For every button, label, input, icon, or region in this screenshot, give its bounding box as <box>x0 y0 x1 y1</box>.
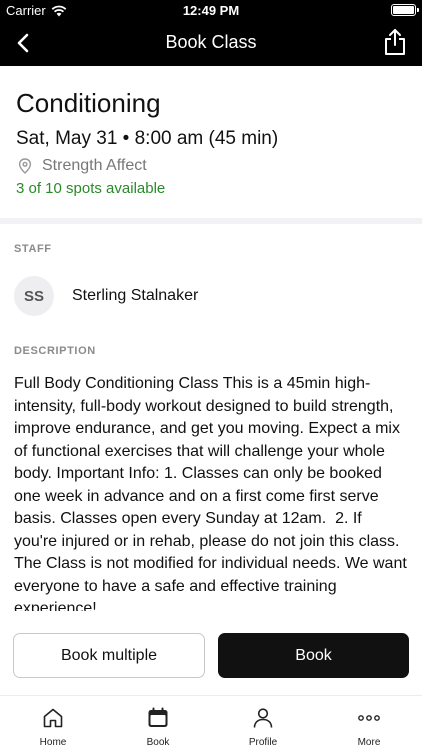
tab-home[interactable]: Home <box>13 706 93 748</box>
class-description: Full Body Conditioning Class This is a 4… <box>14 375 407 611</box>
battery-icon <box>391 4 419 16</box>
page-title: Book Class <box>165 32 257 52</box>
section-divider <box>0 218 422 224</box>
tab-profile-label: Profile <box>248 737 278 748</box>
tab-more-label: More <box>357 737 381 748</box>
class-header: Conditioning Sat, May 31 • 8:00 am (45 m… <box>0 66 422 218</box>
avatar: SS <box>14 276 54 316</box>
home-icon <box>43 708 63 728</box>
tab-bar: Home Book Profile More <box>0 695 422 750</box>
tab-profile[interactable]: Profile <box>223 706 303 748</box>
tab-book[interactable]: Book <box>118 706 198 748</box>
class-name: Conditioning <box>16 88 161 118</box>
staff-name: Sterling Stalnaker <box>72 287 199 304</box>
staff-section-label: STAFF <box>14 243 52 255</box>
description-section-label: DESCRIPTION <box>14 345 96 357</box>
status-time: 12:49 PM <box>182 3 240 18</box>
book-button[interactable]: Book <box>218 633 409 678</box>
tab-book-label: Book <box>146 737 170 748</box>
status-bar: Carrier 12:49 PM <box>0 0 422 20</box>
more-dots-icon <box>358 715 380 721</box>
class-datetime: Sat, May 31 • 8:00 am (45 min) <box>16 128 279 149</box>
share-icon[interactable] <box>380 27 410 57</box>
tab-home-label: Home <box>39 737 67 748</box>
navigation-bar: Book Class <box>0 20 422 66</box>
staff-row[interactable]: SS Sterling Stalnaker <box>14 276 198 316</box>
calendar-icon <box>148 707 168 727</box>
person-icon <box>253 708 273 728</box>
location-name: Strength Affect <box>42 157 147 174</box>
spots-available: 3 of 10 spots available <box>16 180 166 197</box>
tab-more[interactable]: More <box>329 706 409 748</box>
location-pin-icon <box>18 158 32 174</box>
class-location: Strength Affect <box>16 157 406 175</box>
book-multiple-button[interactable]: Book multiple <box>13 633 205 678</box>
